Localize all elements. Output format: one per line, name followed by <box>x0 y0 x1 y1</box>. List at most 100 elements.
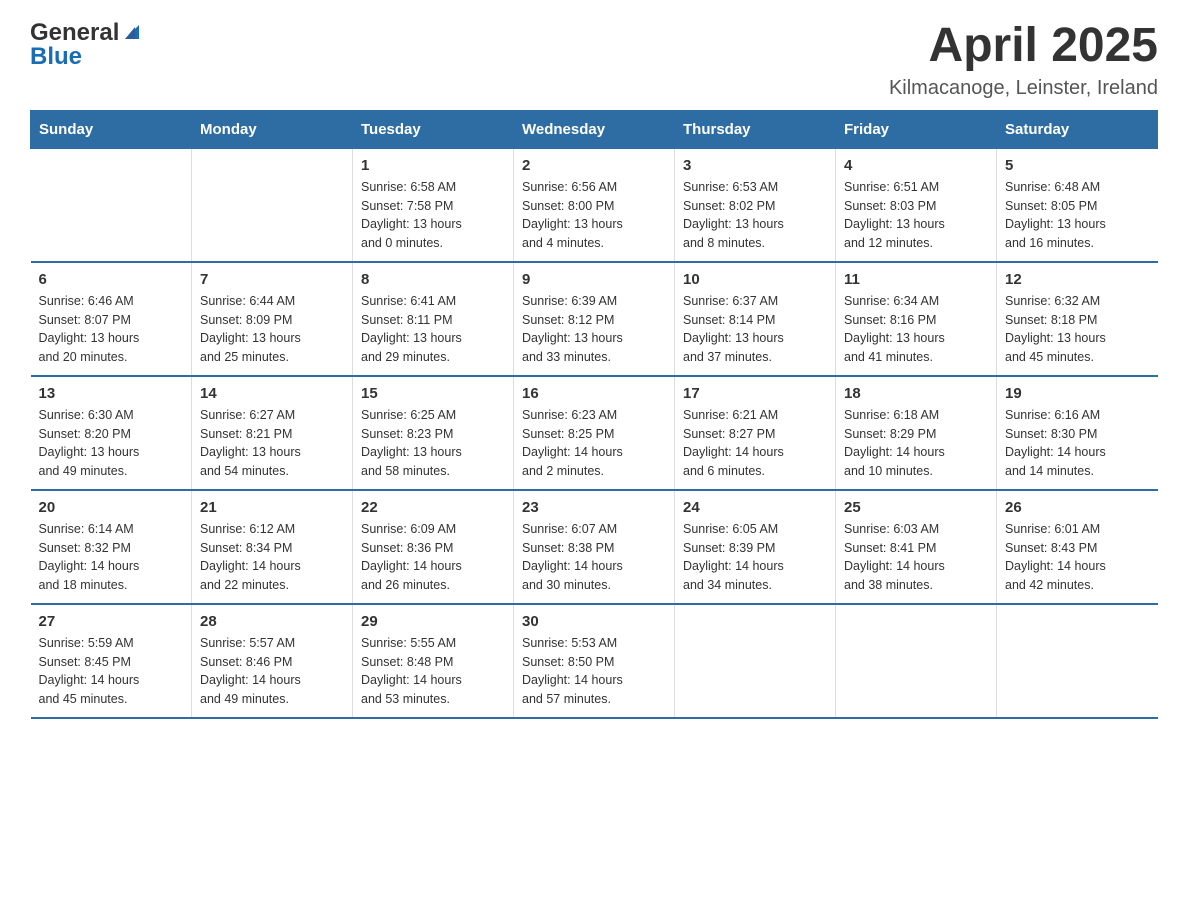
day-number: 7 <box>200 271 344 288</box>
day-info: Sunrise: 6:23 AMSunset: 8:25 PMDaylight:… <box>522 406 666 481</box>
col-header-thursday: Thursday <box>675 110 836 148</box>
day-info: Sunrise: 6:39 AMSunset: 8:12 PMDaylight:… <box>522 292 666 367</box>
calendar-cell: 23Sunrise: 6:07 AMSunset: 8:38 PMDayligh… <box>514 490 675 604</box>
calendar-header-row: SundayMondayTuesdayWednesdayThursdayFrid… <box>31 110 1158 148</box>
subtitle: Kilmacanoge, Leinster, Ireland <box>889 77 1158 100</box>
calendar-cell <box>675 604 836 718</box>
calendar-week-row: 13 Sunrise: 6:30 AMSunset: 8:20 PMDayligh… <box>31 376 1158 490</box>
day-info: Sunrise: 6:05 AMSunset: 8:39 PMDaylight:… <box>683 520 827 595</box>
day-info: Sunrise: 6:07 AMSunset: 8:38 PMDaylight:… <box>522 520 666 595</box>
day-number: 24 <box>683 499 827 516</box>
calendar-cell: 15 Sunrise: 6:25 AMSunset: 8:23 PMDayligh… <box>353 376 514 490</box>
day-number: 20 <box>39 499 184 516</box>
calendar-cell: 25 Sunrise: 6:03 AMSunset: 8:41 PMDayligh… <box>836 490 997 604</box>
col-header-monday: Monday <box>192 110 353 148</box>
calendar-cell: 19 Sunrise: 6:16 AMSunset: 8:30 PMDayligh… <box>997 376 1158 490</box>
day-number: 22 <box>361 499 505 516</box>
page-header: General Blue April 2025 Kilmacanoge, Lei… <box>30 20 1158 100</box>
day-number: 17 <box>683 385 827 402</box>
day-info: Sunrise: 6:56 AMSunset: 8:00 PMDaylight:… <box>522 178 666 253</box>
calendar-table: SundayMondayTuesdayWednesdayThursdayFrid… <box>30 110 1158 719</box>
day-number: 12 <box>1005 271 1150 288</box>
calendar-cell: 18 Sunrise: 6:18 AMSunset: 8:29 PMDayligh… <box>836 376 997 490</box>
calendar-cell: 3 Sunrise: 6:53 AMSunset: 8:02 PMDaylight… <box>675 148 836 262</box>
calendar-cell <box>997 604 1158 718</box>
day-number: 3 <box>683 157 827 174</box>
calendar-cell: 26Sunrise: 6:01 AMSunset: 8:43 PMDayligh… <box>997 490 1158 604</box>
col-header-wednesday: Wednesday <box>514 110 675 148</box>
day-info: Sunrise: 6:41 AMSunset: 8:11 PMDaylight:… <box>361 292 505 367</box>
day-info: Sunrise: 6:48 AMSunset: 8:05 PMDaylight:… <box>1005 178 1150 253</box>
calendar-cell: 29Sunrise: 5:55 AMSunset: 8:48 PMDayligh… <box>353 604 514 718</box>
day-number: 8 <box>361 271 505 288</box>
day-number: 2 <box>522 157 666 174</box>
calendar-cell: 30Sunrise: 5:53 AMSunset: 8:50 PMDayligh… <box>514 604 675 718</box>
day-info: Sunrise: 6:58 AMSunset: 7:58 PMDaylight:… <box>361 178 505 253</box>
calendar-cell: 7 Sunrise: 6:44 AMSunset: 8:09 PMDaylight… <box>192 262 353 376</box>
day-number: 1 <box>361 157 505 174</box>
day-info: Sunrise: 6:44 AMSunset: 8:09 PMDaylight:… <box>200 292 344 367</box>
day-info: Sunrise: 6:16 AMSunset: 8:30 PMDaylight:… <box>1005 406 1150 481</box>
day-info: Sunrise: 5:53 AMSunset: 8:50 PMDaylight:… <box>522 634 666 709</box>
day-number: 5 <box>1005 157 1150 174</box>
calendar-week-row: 1 Sunrise: 6:58 AMSunset: 7:58 PMDaylight… <box>31 148 1158 262</box>
calendar-cell: 22 Sunrise: 6:09 AMSunset: 8:36 PMDayligh… <box>353 490 514 604</box>
calendar-cell: 8 Sunrise: 6:41 AMSunset: 8:11 PMDaylight… <box>353 262 514 376</box>
calendar-week-row: 27Sunrise: 5:59 AMSunset: 8:45 PMDayligh… <box>31 604 1158 718</box>
day-number: 25 <box>844 499 988 516</box>
calendar-cell: 6Sunrise: 6:46 AMSunset: 8:07 PMDaylight… <box>31 262 192 376</box>
day-info: Sunrise: 5:57 AMSunset: 8:46 PMDaylight:… <box>200 634 344 709</box>
calendar-cell <box>192 148 353 262</box>
calendar-cell: 13 Sunrise: 6:30 AMSunset: 8:20 PMDayligh… <box>31 376 192 490</box>
day-info: Sunrise: 6:09 AMSunset: 8:36 PMDaylight:… <box>361 520 505 595</box>
day-info: Sunrise: 6:27 AMSunset: 8:21 PMDaylight:… <box>200 406 344 481</box>
calendar-cell: 2 Sunrise: 6:56 AMSunset: 8:00 PMDaylight… <box>514 148 675 262</box>
calendar-cell: 5 Sunrise: 6:48 AMSunset: 8:05 PMDaylight… <box>997 148 1158 262</box>
day-info: Sunrise: 6:03 AMSunset: 8:41 PMDaylight:… <box>844 520 988 595</box>
day-number: 11 <box>844 271 988 288</box>
day-number: 13 <box>39 385 184 402</box>
calendar-cell: 21Sunrise: 6:12 AMSunset: 8:34 PMDayligh… <box>192 490 353 604</box>
day-info: Sunrise: 6:21 AMSunset: 8:27 PMDaylight:… <box>683 406 827 481</box>
day-number: 14 <box>200 385 344 402</box>
calendar-cell: 12 Sunrise: 6:32 AMSunset: 8:18 PMDayligh… <box>997 262 1158 376</box>
calendar-cell: 16 Sunrise: 6:23 AMSunset: 8:25 PMDayligh… <box>514 376 675 490</box>
calendar-cell: 10Sunrise: 6:37 AMSunset: 8:14 PMDayligh… <box>675 262 836 376</box>
day-number: 15 <box>361 385 505 402</box>
day-number: 18 <box>844 385 988 402</box>
col-header-tuesday: Tuesday <box>353 110 514 148</box>
calendar-cell <box>31 148 192 262</box>
calendar-week-row: 6Sunrise: 6:46 AMSunset: 8:07 PMDaylight… <box>31 262 1158 376</box>
day-info: Sunrise: 6:34 AMSunset: 8:16 PMDaylight:… <box>844 292 988 367</box>
day-info: Sunrise: 6:46 AMSunset: 8:07 PMDaylight:… <box>39 292 184 367</box>
calendar-cell <box>836 604 997 718</box>
calendar-cell: 27Sunrise: 5:59 AMSunset: 8:45 PMDayligh… <box>31 604 192 718</box>
logo-triangle-icon <box>121 21 143 43</box>
day-info: Sunrise: 6:18 AMSunset: 8:29 PMDaylight:… <box>844 406 988 481</box>
day-number: 16 <box>522 385 666 402</box>
day-info: Sunrise: 6:53 AMSunset: 8:02 PMDaylight:… <box>683 178 827 253</box>
day-number: 21 <box>200 499 344 516</box>
day-info: Sunrise: 6:01 AMSunset: 8:43 PMDaylight:… <box>1005 520 1150 595</box>
calendar-week-row: 20 Sunrise: 6:14 AMSunset: 8:32 PMDayligh… <box>31 490 1158 604</box>
col-header-friday: Friday <box>836 110 997 148</box>
main-title: April 2025 <box>889 20 1158 73</box>
day-number: 28 <box>200 613 344 630</box>
calendar-cell: 28 Sunrise: 5:57 AMSunset: 8:46 PMDayligh… <box>192 604 353 718</box>
day-number: 19 <box>1005 385 1150 402</box>
calendar-cell: 24 Sunrise: 6:05 AMSunset: 8:39 PMDayligh… <box>675 490 836 604</box>
day-info: Sunrise: 6:30 AMSunset: 8:20 PMDaylight:… <box>39 406 184 481</box>
calendar-cell: 11 Sunrise: 6:34 AMSunset: 8:16 PMDayligh… <box>836 262 997 376</box>
calendar-cell: 9 Sunrise: 6:39 AMSunset: 8:12 PMDaylight… <box>514 262 675 376</box>
day-number: 9 <box>522 271 666 288</box>
calendar-cell: 1 Sunrise: 6:58 AMSunset: 7:58 PMDaylight… <box>353 148 514 262</box>
day-info: Sunrise: 6:14 AMSunset: 8:32 PMDaylight:… <box>39 520 184 595</box>
day-number: 4 <box>844 157 988 174</box>
day-info: Sunrise: 6:25 AMSunset: 8:23 PMDaylight:… <box>361 406 505 481</box>
day-number: 27 <box>39 613 184 630</box>
day-info: Sunrise: 6:32 AMSunset: 8:18 PMDaylight:… <box>1005 292 1150 367</box>
calendar-cell: 4Sunrise: 6:51 AMSunset: 8:03 PMDaylight… <box>836 148 997 262</box>
calendar-cell: 17 Sunrise: 6:21 AMSunset: 8:27 PMDayligh… <box>675 376 836 490</box>
day-number: 29 <box>361 613 505 630</box>
col-header-saturday: Saturday <box>997 110 1158 148</box>
